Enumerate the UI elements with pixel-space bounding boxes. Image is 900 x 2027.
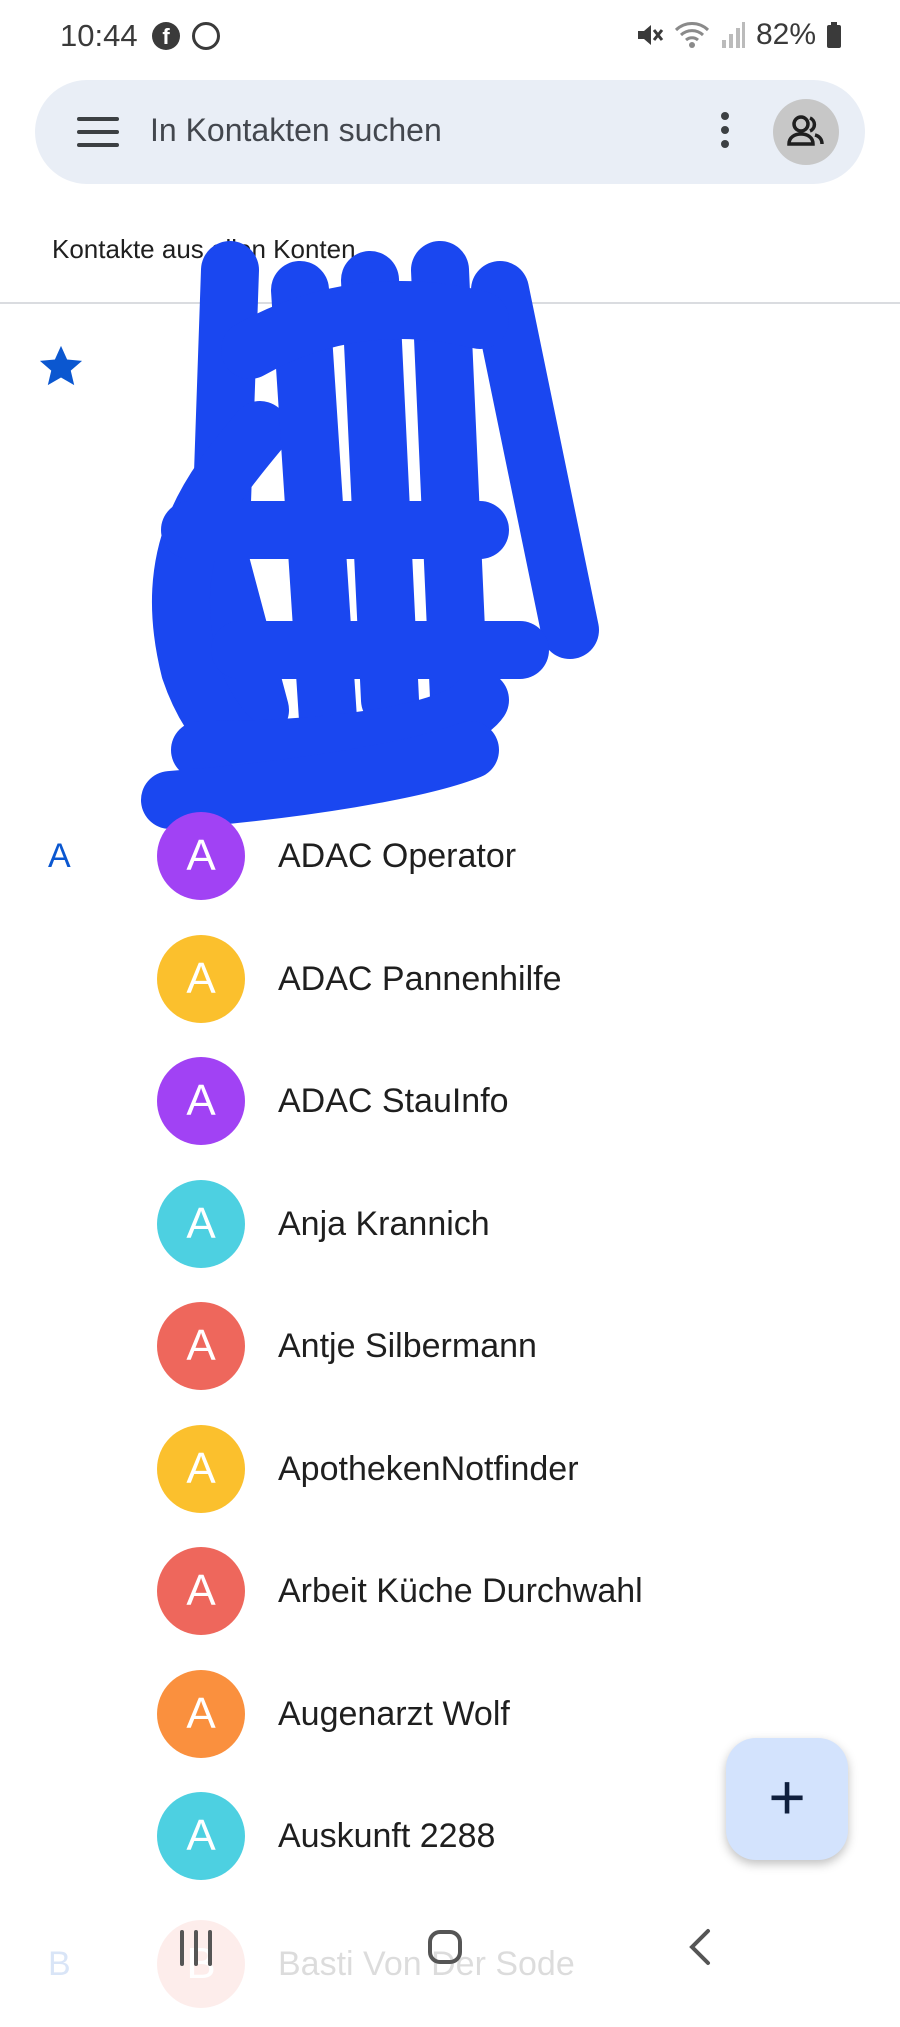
- status-bar: 10:44 f 82%: [0, 0, 900, 76]
- contact-name: Arbeit Küche Durchwahl: [278, 1572, 643, 1610]
- contact-name: Auskunft 2288: [278, 1817, 496, 1855]
- contact-avatar: A: [157, 1302, 245, 1390]
- contact-name: Augenarzt Wolf: [278, 1694, 510, 1733]
- star-icon: [38, 344, 84, 393]
- contact-avatar: A: [157, 1669, 245, 1758]
- menu-icon[interactable]: [77, 117, 119, 147]
- contact-avatar: A: [157, 1179, 245, 1268]
- contact-row[interactable]: A Arbeit Küche Durchwahl: [0, 1532, 900, 1654]
- facebook-icon: f: [152, 22, 180, 50]
- contact-avatar: A: [157, 934, 245, 1023]
- contact-name: ADAC Operator: [278, 837, 517, 875]
- add-icon: +: [768, 1761, 806, 1833]
- navigation-bar: [0, 1905, 900, 2000]
- whatsapp-icon: [192, 22, 220, 50]
- more-vert-icon[interactable]: [719, 112, 731, 152]
- status-icons: 82%: [634, 18, 842, 52]
- add-contact-button[interactable]: +: [726, 1738, 848, 1860]
- contact-name: Antje Silbermann: [278, 1327, 537, 1365]
- contact-name: ApothekenNotfinder: [278, 1449, 579, 1488]
- contact-row[interactable]: A Anja Krannich: [0, 1165, 900, 1287]
- contact-name: ADAC Pannenhilfe: [278, 959, 562, 998]
- signal-icon: [720, 20, 746, 50]
- account-switcher-button[interactable]: [773, 99, 839, 165]
- home-icon[interactable]: [428, 1930, 462, 1964]
- contact-row[interactable]: A ADAC Pannenhilfe: [0, 920, 900, 1042]
- status-time: 10:44: [60, 18, 138, 53]
- search-bar[interactable]: In Kontakten suchen: [35, 80, 865, 184]
- contact-row[interactable]: A ApothekenNotfinder: [0, 1410, 900, 1532]
- mute-icon: [634, 20, 664, 50]
- battery-percentage: 82%: [755, 18, 816, 51]
- contact-row[interactable]: A ADAC Operator: [0, 797, 900, 919]
- contact-avatar: A: [157, 1424, 245, 1513]
- contact-row[interactable]: A ADAC StauInfo: [0, 1042, 900, 1164]
- contact-row[interactable]: A Antje Silbermann: [0, 1287, 900, 1409]
- back-icon[interactable]: [688, 1927, 712, 1967]
- search-input[interactable]: In Kontakten suchen: [150, 112, 442, 149]
- recents-icon[interactable]: [180, 1930, 212, 1966]
- contact-avatar: A: [157, 1792, 245, 1880]
- battery-icon: [826, 20, 842, 50]
- contact-name: ADAC StauInfo: [278, 1082, 509, 1120]
- contact-name: Anja Krannich: [278, 1204, 490, 1243]
- contact-avatar: A: [157, 812, 245, 900]
- contact-avatar: A: [157, 1547, 245, 1635]
- redaction-scribble: [141, 241, 599, 829]
- contact-avatar: A: [157, 1057, 245, 1145]
- wifi-icon: [674, 20, 710, 50]
- account-switcher-icon: [787, 115, 824, 146]
